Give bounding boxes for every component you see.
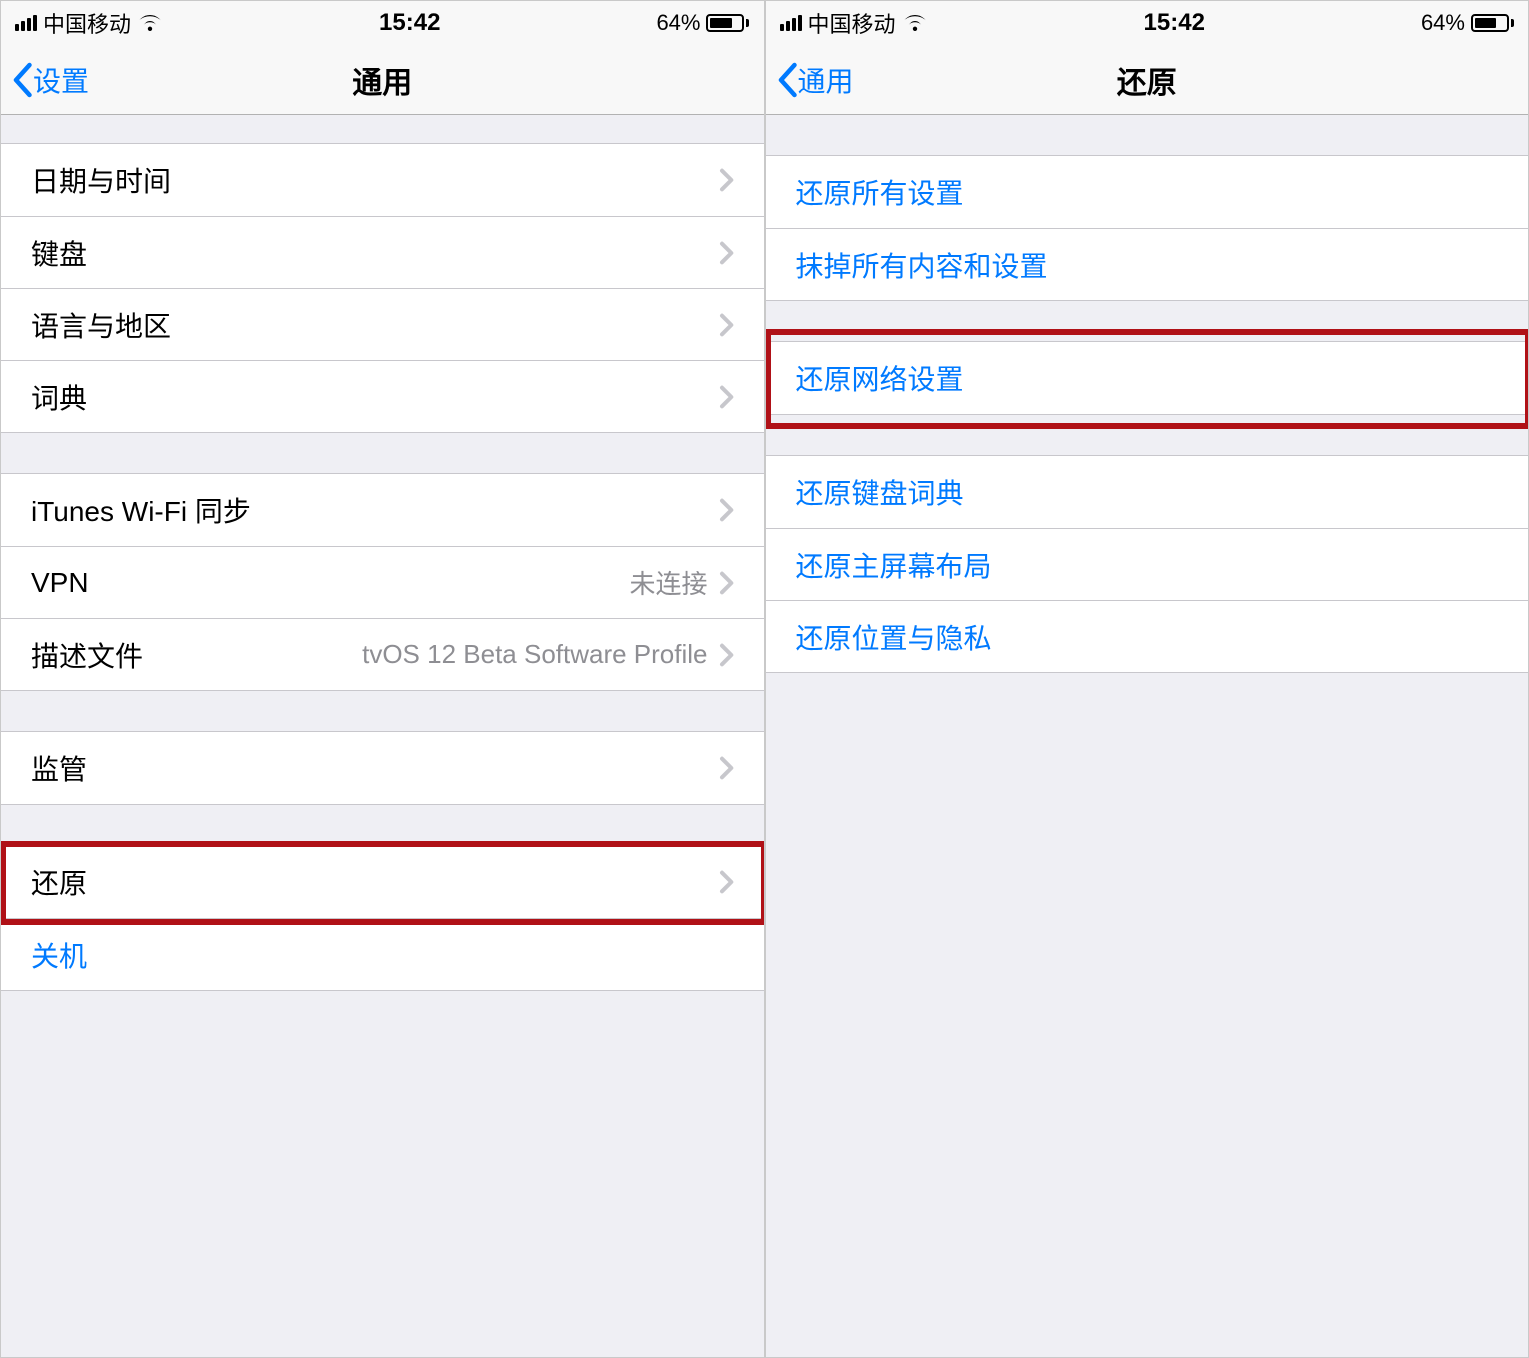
battery-percent: 64%	[656, 10, 700, 36]
cell-reset-home-layout[interactable]: 还原主屏幕布局	[766, 528, 1529, 600]
dual-screenshot: 中国移动 15:42 64% 设置 通用	[0, 0, 1529, 1358]
cell-label: 描述文件	[31, 635, 362, 675]
back-button[interactable]: 通用	[766, 60, 854, 100]
cell-label: 关机	[31, 935, 734, 975]
cell-language-region[interactable]: 语言与地区	[1, 288, 764, 360]
group-datetime: 日期与时间 键盘 语言与地区 词典	[1, 143, 764, 433]
cell-label: 还原位置与隐私	[796, 617, 1499, 657]
chevron-right-icon	[718, 756, 734, 780]
chevron-right-icon	[718, 498, 734, 522]
group-reset-shutdown: 还原 关机	[1, 845, 764, 991]
cell-label: VPN	[31, 567, 629, 599]
cell-reset-keyboard[interactable]: 还原键盘词典	[766, 456, 1529, 528]
cell-erase-all[interactable]: 抹掉所有内容和设置	[766, 228, 1529, 300]
group-supervision: 监管	[1, 731, 764, 805]
phone-left: 中国移动 15:42 64% 设置 通用	[0, 0, 765, 1358]
status-time: 15:42	[379, 9, 440, 37]
cell-label: 还原	[31, 862, 718, 902]
chevron-right-icon	[718, 241, 734, 265]
group-network: iTunes Wi-Fi 同步 VPN 未连接 描述文件 tvOS 12 Bet…	[1, 473, 764, 691]
cell-label: 还原主屏幕布局	[796, 545, 1499, 585]
battery-percent: 64%	[1421, 10, 1465, 36]
battery-icon	[706, 14, 749, 32]
chevron-left-icon	[11, 62, 33, 98]
status-bar: 中国移动 15:42 64%	[1, 1, 764, 45]
cell-label: 监管	[31, 748, 718, 788]
chevron-left-icon	[776, 62, 798, 98]
cell-reset[interactable]: 还原	[1, 846, 764, 918]
nav-bar: 通用 还原	[766, 45, 1529, 115]
group-reset-all: 还原所有设置 抹掉所有内容和设置	[766, 155, 1529, 301]
cell-label: 还原网络设置	[796, 358, 1499, 398]
back-button[interactable]: 设置	[1, 60, 89, 100]
page-title: 还原	[766, 58, 1529, 102]
battery-icon	[1471, 14, 1514, 32]
cell-supervision[interactable]: 监管	[1, 732, 764, 804]
chevron-right-icon	[718, 643, 734, 667]
cell-reset-location-privacy[interactable]: 还原位置与隐私	[766, 600, 1529, 672]
back-label: 通用	[798, 60, 854, 100]
settings-list: 日期与时间 键盘 语言与地区 词典 iTun	[1, 115, 764, 1357]
cell-label: 还原所有设置	[796, 172, 1499, 212]
cell-label: 语言与地区	[31, 305, 718, 345]
cell-label: 还原键盘词典	[796, 472, 1499, 512]
reset-list: 还原所有设置 抹掉所有内容和设置 还原网络设置 还原键盘词典 还原主屏幕布局	[766, 115, 1529, 1357]
cell-label: 日期与时间	[31, 160, 718, 200]
cellular-signal-icon	[780, 15, 802, 31]
status-right: 64%	[1421, 10, 1514, 36]
group-reset-other: 还原键盘词典 还原主屏幕布局 还原位置与隐私	[766, 455, 1529, 673]
cell-vpn[interactable]: VPN 未连接	[1, 546, 764, 618]
group-reset-network: 还原网络设置	[766, 341, 1529, 415]
back-label: 设置	[33, 60, 89, 100]
wifi-icon	[137, 13, 163, 33]
cell-itunes-wifi-sync[interactable]: iTunes Wi-Fi 同步	[1, 474, 764, 546]
page-title: 通用	[1, 58, 764, 102]
status-left: 中国移动	[780, 7, 928, 39]
carrier-label: 中国移动	[43, 7, 131, 39]
cell-profile[interactable]: 描述文件 tvOS 12 Beta Software Profile	[1, 618, 764, 690]
status-time: 15:42	[1144, 9, 1205, 37]
chevron-right-icon	[718, 385, 734, 409]
cell-label: iTunes Wi-Fi 同步	[31, 490, 718, 530]
nav-bar: 设置 通用	[1, 45, 764, 115]
chevron-right-icon	[718, 571, 734, 595]
wifi-icon	[902, 13, 928, 33]
cell-date-time[interactable]: 日期与时间	[1, 144, 764, 216]
cell-label: 键盘	[31, 233, 718, 273]
status-left: 中国移动	[15, 7, 163, 39]
cell-shutdown[interactable]: 关机	[1, 918, 764, 990]
status-right: 64%	[656, 10, 749, 36]
cell-label: 词典	[31, 377, 718, 417]
chevron-right-icon	[718, 313, 734, 337]
chevron-right-icon	[718, 870, 734, 894]
chevron-right-icon	[718, 168, 734, 192]
cell-reset-network[interactable]: 还原网络设置	[766, 342, 1529, 414]
cell-dictionary[interactable]: 词典	[1, 360, 764, 432]
cell-label: 抹掉所有内容和设置	[796, 245, 1499, 285]
carrier-label: 中国移动	[808, 7, 896, 39]
phone-right: 中国移动 15:42 64% 通用 还原	[765, 0, 1529, 1358]
cell-value: tvOS 12 Beta Software Profile	[362, 639, 707, 670]
status-bar: 中国移动 15:42 64%	[766, 1, 1529, 45]
cell-reset-all-settings[interactable]: 还原所有设置	[766, 156, 1529, 228]
cell-value: 未连接	[629, 564, 707, 601]
cellular-signal-icon	[15, 15, 37, 31]
cell-keyboard[interactable]: 键盘	[1, 216, 764, 288]
